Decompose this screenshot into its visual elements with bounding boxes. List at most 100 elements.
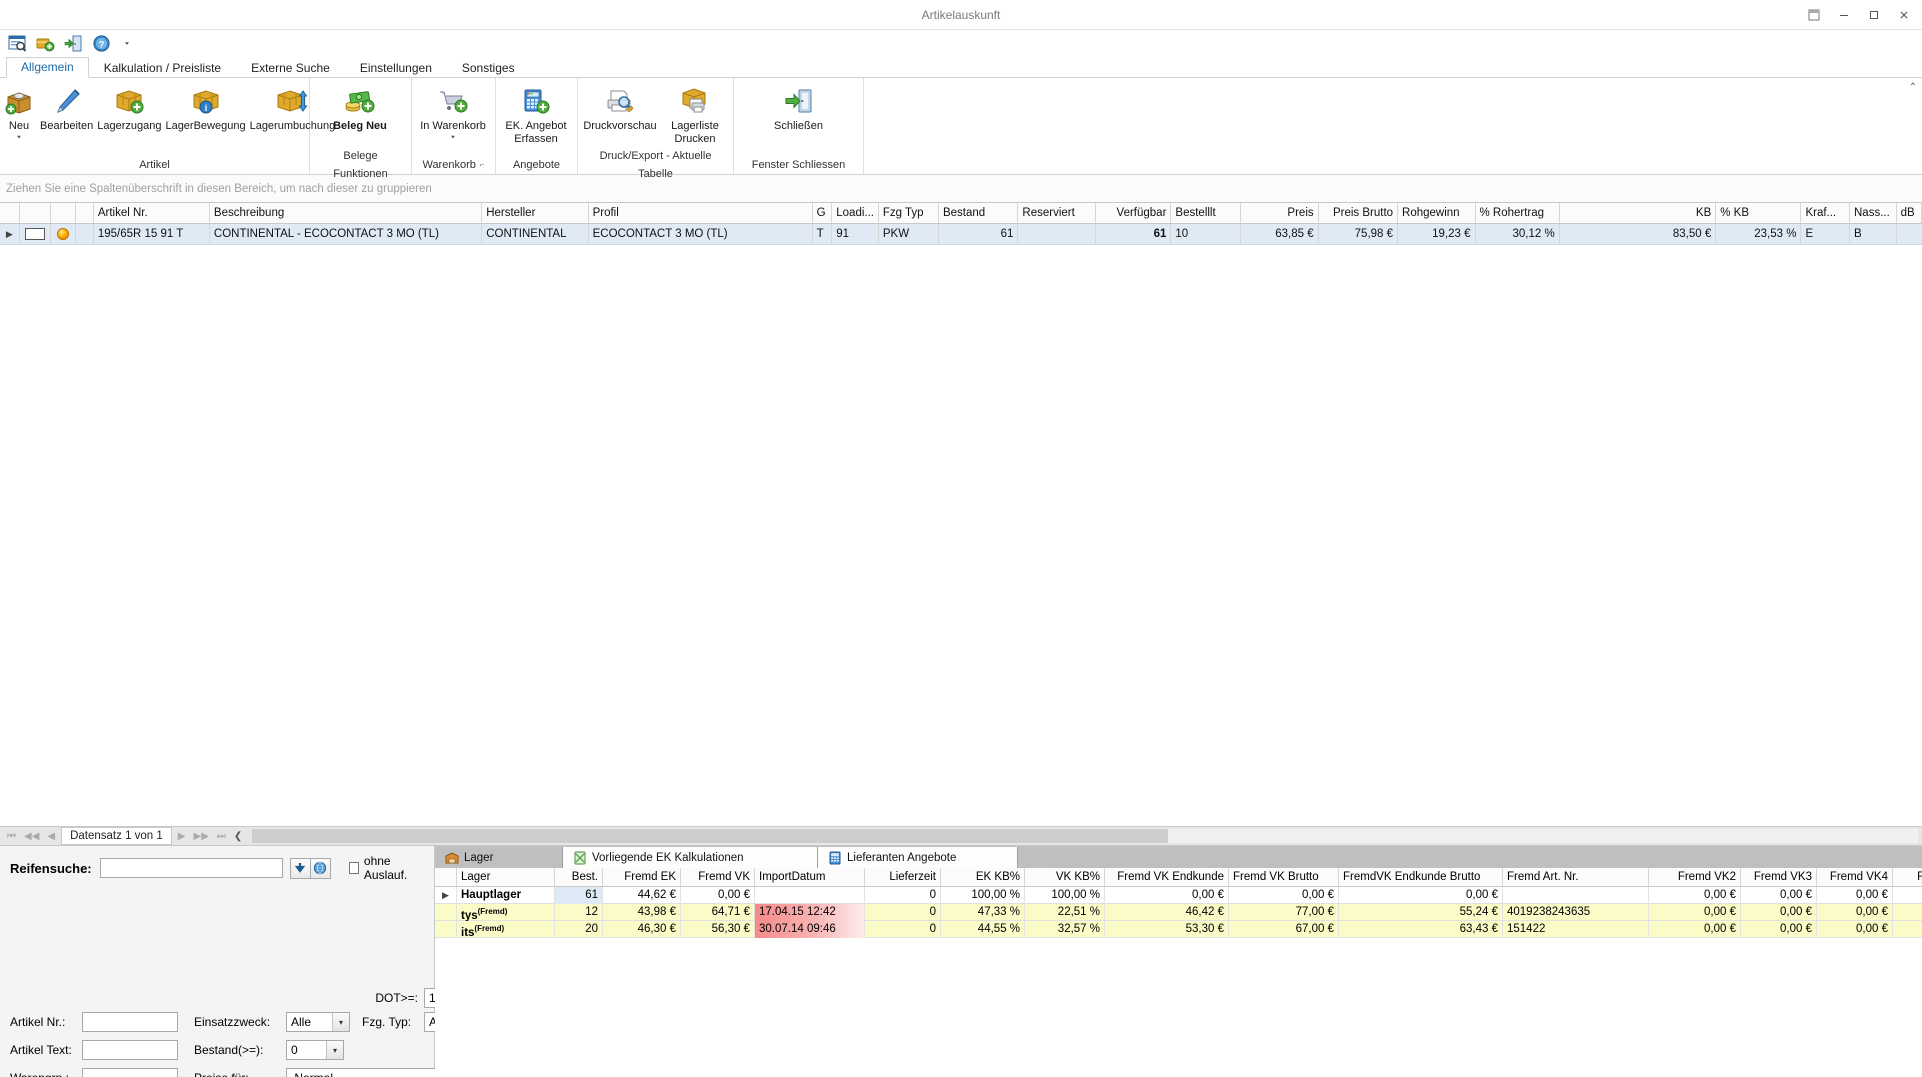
lcol-fremd-vk2[interactable]: Fremd VK2 (1649, 868, 1741, 886)
article-info-icon[interactable] (8, 34, 27, 53)
help-icon[interactable]: ? (92, 34, 111, 53)
group-by-panel[interactable]: Ziehen Sie eine Spaltenüberschrift in di… (0, 175, 1922, 203)
col-loadindex[interactable]: Loadi... (832, 203, 879, 223)
tab-vorliegende-ek-kalkulationen[interactable]: Vorliegende EK Kalkulationen (563, 847, 818, 868)
tab-lieferanten-angebote[interactable]: Lieferanten Angebote (818, 847, 1018, 868)
globe-search-icon[interactable] (309, 857, 331, 879)
tab-lager[interactable]: Lager (435, 847, 563, 868)
col-hersteller[interactable]: Hersteller (482, 203, 589, 223)
col-fzg-typ[interactable]: Fzg Typ (879, 203, 939, 223)
button-beleg-neu[interactable]: Beleg Neu (310, 83, 410, 133)
col-prozent-rohertrag[interactable]: % Rohertrag (1476, 203, 1560, 223)
lcol-fremd-vk-endkunde[interactable]: Fremd VK Endkunde (1105, 868, 1229, 886)
tab-allgemein[interactable]: Allgemein (6, 57, 89, 78)
button-lagerzugang[interactable]: Lagerzugang (95, 83, 163, 133)
button-bearbeiten[interactable]: Bearbeiten (38, 83, 95, 133)
lcol-fremd-art-nr[interactable]: Fremd Art. Nr. (1503, 868, 1649, 886)
nav-prev-page-icon[interactable]: ◀◀ (20, 831, 43, 842)
col-preis-brutto[interactable]: Preis Brutto (1319, 203, 1399, 223)
lcol-frem[interactable]: Frem (1893, 868, 1922, 886)
lcol-fremd-vk-brutto[interactable]: Fremd VK Brutto (1229, 868, 1339, 886)
button-in-warenkorb-dropdown-icon[interactable]: ▾ (451, 134, 455, 140)
table-row[interactable]: tys(Fremd) 12 43,98 € 64,71 € 17.04.15 1… (435, 903, 1922, 921)
col-prozent-kb[interactable]: % KB (1716, 203, 1802, 223)
lcol-vk-kb[interactable]: VK KB% (1025, 868, 1105, 886)
table-row[interactable]: its(Fremd) 20 46,30 € 56,30 € 30.07.14 0… (435, 920, 1922, 938)
button-in-warenkorb[interactable]: In Warenkorb ▾ (412, 83, 494, 140)
tab-kalkulation-preisliste[interactable]: Kalkulation / Preisliste (89, 58, 236, 78)
col-rohgewinn[interactable]: Rohgewinn (1398, 203, 1476, 223)
col-beschreibung[interactable]: Beschreibung (210, 203, 483, 223)
nav-next-icon[interactable]: ▶ (174, 831, 190, 842)
ribbon-collapse-icon[interactable]: ⌃ (1904, 78, 1922, 174)
lcol-fremdvk-endkunde-brutto[interactable]: FremdVK Endkunde Brutto (1339, 868, 1503, 886)
bestand-select[interactable]: 0 ▾ (286, 1040, 344, 1060)
chevron-down-icon[interactable]: ▾ (332, 1013, 349, 1031)
col-kraftstoff[interactable]: Kraf... (1801, 203, 1850, 223)
col-g[interactable]: G (813, 203, 833, 223)
col-reserviert[interactable]: Reserviert (1018, 203, 1096, 223)
lcol-fremd-vk4[interactable]: Fremd VK4 (1817, 868, 1893, 886)
maximize-icon[interactable] (1860, 3, 1888, 27)
minimize-icon[interactable] (1830, 3, 1858, 27)
artikel-nr-input[interactable] (82, 1012, 178, 1032)
ohne-auslauf-checkbox[interactable]: ohne Auslauf. (348, 854, 424, 882)
lcol-ek-kb[interactable]: EK KB% (941, 868, 1025, 886)
exit-icon[interactable] (64, 34, 83, 53)
button-druckvorschau[interactable]: Druckvorschau (578, 83, 662, 133)
main-grid-hscrollbar[interactable] (252, 829, 1918, 843)
table-row[interactable]: ▶ 195/65R 15 91 T CONTINENTAL - ECOCONTA… (0, 223, 1922, 245)
tab-sonstiges[interactable]: Sonstiges (447, 58, 530, 78)
button-schliessen[interactable]: Schließen (754, 83, 844, 133)
chevron-down-icon[interactable]: ▾ (326, 1041, 343, 1059)
lcol-importdatum[interactable]: ImportDatum (755, 868, 865, 886)
lcol-lager[interactable]: Lager (457, 868, 555, 886)
col-status[interactable] (51, 203, 77, 223)
close-icon[interactable] (1890, 3, 1918, 27)
lcol-indicator[interactable] (435, 868, 457, 886)
warengrp-input[interactable] (82, 1068, 178, 1077)
nav-next-page-icon[interactable]: ▶▶ (190, 831, 213, 842)
nav-prev-icon[interactable]: ◀ (43, 831, 59, 842)
col-bestelllt[interactable]: Bestelllt (1171, 203, 1242, 223)
einsatzzweck-select[interactable]: Alle ▾ (286, 1012, 350, 1032)
nav-first-icon[interactable]: ⏮ (3, 831, 20, 842)
button-neu[interactable]: Neu ▾ (0, 83, 38, 140)
col-spacer[interactable] (76, 203, 94, 223)
col-profil[interactable]: Profil (589, 203, 813, 223)
nav-collapse-icon[interactable]: ❮ (230, 831, 246, 842)
col-bestand[interactable]: Bestand (939, 203, 1019, 223)
lcol-fremd-vk[interactable]: Fremd VK (681, 868, 755, 886)
col-db[interactable]: dB (1897, 203, 1922, 223)
col-kb[interactable]: KB (1560, 203, 1717, 223)
row-checkbox[interactable] (20, 223, 51, 245)
tire-search-input[interactable] (99, 858, 283, 878)
lcol-fremd-ek[interactable]: Fremd EK (603, 868, 681, 886)
tab-externe-suche[interactable]: Externe Suche (236, 58, 345, 78)
tab-einstellungen[interactable]: Einstellungen (345, 58, 447, 78)
artikel-text-input[interactable] (82, 1040, 178, 1060)
button-neu-dropdown-icon[interactable]: ▾ (17, 134, 21, 140)
checkbox-box-icon[interactable] (348, 862, 359, 874)
lcol-lieferzeit[interactable]: Lieferzeit (865, 868, 941, 886)
button-ek-angebot-erfassen[interactable]: EK. Angebot Erfassen (496, 83, 576, 146)
nav-last-icon[interactable]: ⏭ (213, 831, 230, 842)
col-artikel-nr[interactable]: Artikel Nr. (94, 203, 210, 223)
search-down-icon[interactable] (289, 857, 311, 879)
col-nasshaftung[interactable]: Nass... (1850, 203, 1897, 223)
button-lagerliste-drucken[interactable]: Lagerliste Drucken (662, 83, 728, 146)
col-indicator[interactable] (0, 203, 20, 223)
lcol-fremd-vk3[interactable]: Fremd VK3 (1741, 868, 1817, 886)
lcol-best[interactable]: Best. (555, 868, 603, 886)
col-preis[interactable]: Preis (1241, 203, 1319, 223)
checkbox-box-icon[interactable] (24, 228, 45, 240)
col-verfuegbar[interactable]: Verfügbar (1096, 203, 1172, 223)
dialog-launcher-icon[interactable]: ⌐ (480, 159, 485, 172)
new-article-icon[interactable] (36, 34, 55, 53)
table-row[interactable]: ▶ Hauptlager 61 44,62 € 0,00 € 0 100,00 … (435, 886, 1922, 904)
ribbon-display-options-icon[interactable] (1800, 3, 1828, 27)
hscrollbar-thumb[interactable] (252, 829, 1169, 843)
qat-overflow-caret-icon[interactable]: ▾ (125, 40, 129, 46)
col-checkbox[interactable] (20, 203, 51, 223)
button-lagerbewegung[interactable]: i LagerBewegung (163, 83, 247, 133)
